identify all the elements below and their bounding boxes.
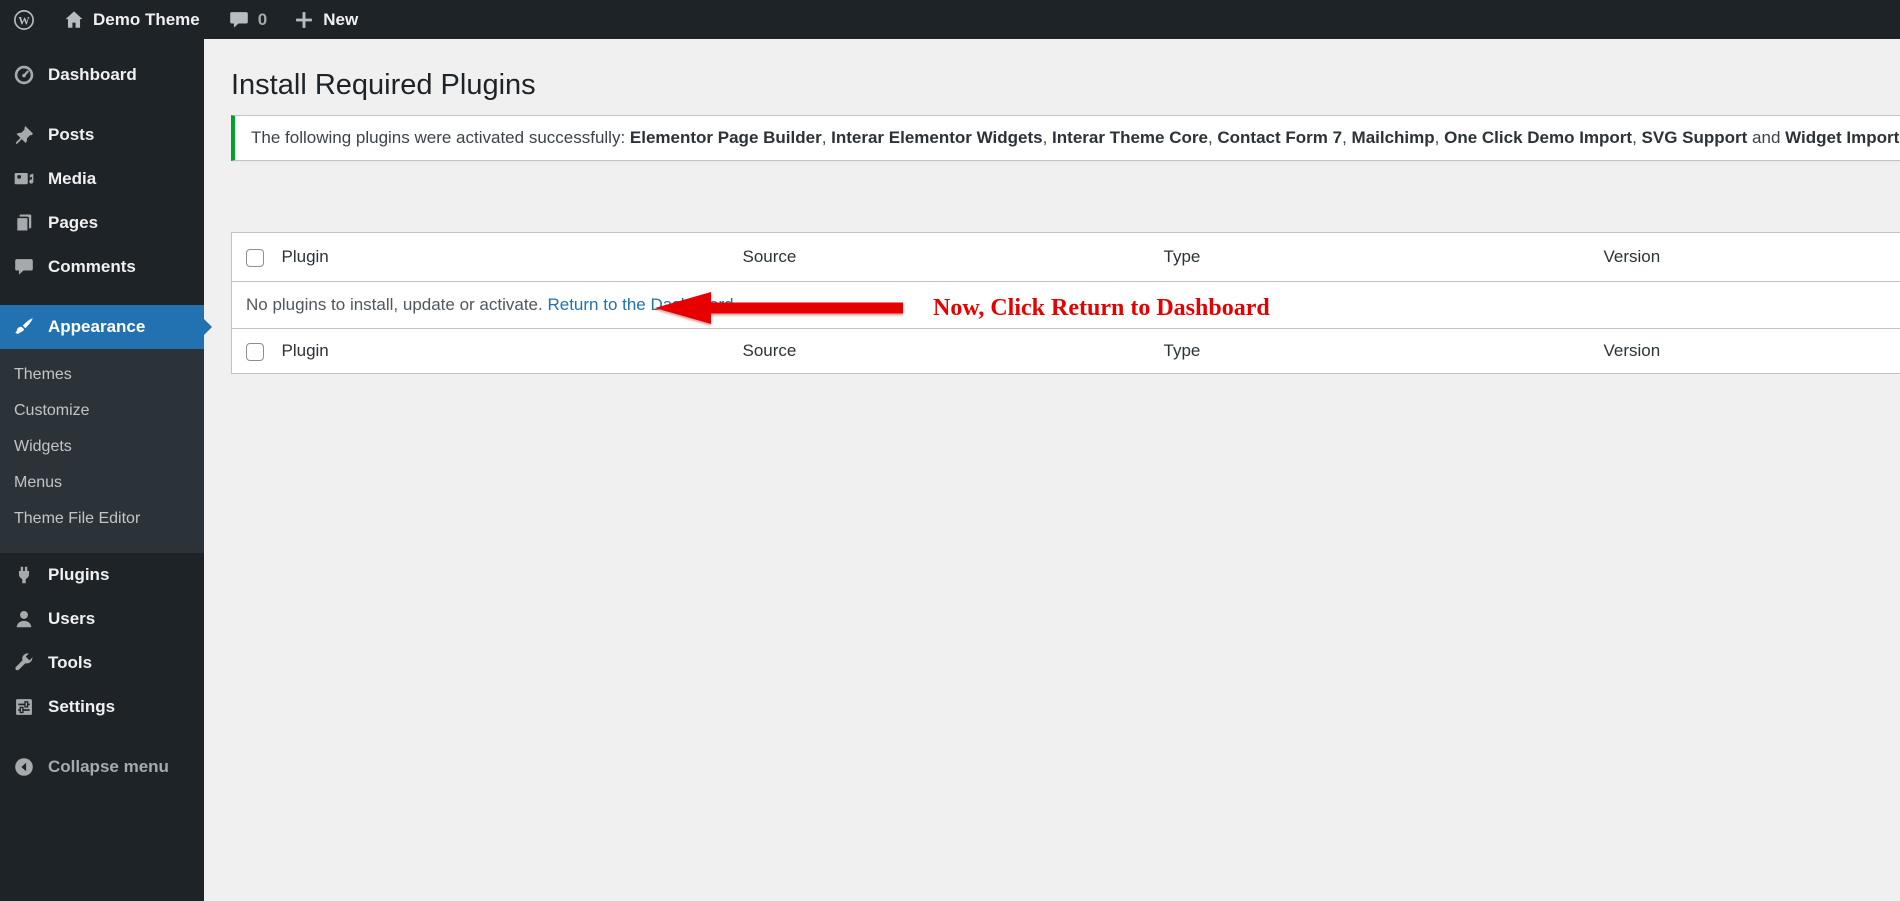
plugin-icon <box>13 564 35 586</box>
sidebar-item-collapse-menu[interactable]: Collapse menu <box>0 745 204 789</box>
sidebar-item-posts[interactable]: Posts <box>0 113 204 157</box>
comments-icon <box>13 256 35 278</box>
sidebar-item-label: Comments <box>48 257 136 276</box>
plugin-name: Contact Form 7 <box>1217 128 1343 147</box>
sidebar-item-tools[interactable]: Tools <box>0 641 204 685</box>
select-all-checkbox[interactable] <box>246 342 264 361</box>
sidebar-item-comments[interactable]: Comments <box>0 245 204 289</box>
sidebar-item-label: Pages <box>48 213 99 232</box>
plus-icon <box>293 9 315 31</box>
empty-text: No plugins to install, update or activat… <box>246 295 543 314</box>
plugin-name: Interar Elementor Widgets <box>831 128 1043 147</box>
sidebar-item-users[interactable]: Users <box>0 597 204 641</box>
column-header-source: Source <box>742 232 1164 282</box>
column-header-type: Type <box>1163 328 1604 374</box>
admin-sidebar: Dashboard Posts Media Pages Comments Appearan… <box>0 39 212 901</box>
column-header-plugin: Plugin <box>281 232 743 282</box>
new-content-button[interactable]: New <box>283 0 368 39</box>
home-icon <box>63 9 85 31</box>
empty-row: No plugins to install, update or activat… <box>232 282 1900 329</box>
site-name-label: Demo Theme <box>93 9 200 29</box>
plugins-table-wrap: Plugin Source Type Version No plugins to in… <box>231 232 1900 374</box>
sidebar-item-label: Posts <box>48 125 95 144</box>
active-item-arrow <box>204 319 212 335</box>
site-name-link[interactable]: Demo Theme <box>53 0 210 39</box>
sidebar-item-label: Collapse menu <box>48 757 169 776</box>
sidebar-item-label: Tools <box>48 653 93 672</box>
wordpress-menu[interactable]: W <box>0 0 45 39</box>
column-header-source: Source <box>742 328 1164 374</box>
collapse-icon <box>13 756 35 778</box>
media-icon <box>13 168 35 190</box>
column-header-type: Type <box>1163 232 1604 282</box>
page-title: Install Required Plugins <box>231 69 536 101</box>
wrench-icon <box>13 652 35 674</box>
plugin-name: Widget Importer & Exporter <box>1785 128 1900 147</box>
sidebar-item-dashboard[interactable]: Dashboard <box>0 53 204 97</box>
new-label: New <box>323 9 359 29</box>
wordpress-logo-icon: W <box>13 9 35 31</box>
submenu-item-customize[interactable]: Customize <box>0 393 204 429</box>
pin-icon <box>13 124 35 146</box>
svg-text:W: W <box>18 15 30 27</box>
sidebar-item-media[interactable]: Media <box>0 157 204 201</box>
submenu-item-widgets[interactable]: Widgets <box>0 429 204 465</box>
sidebar-item-appearance[interactable]: Appearance <box>0 305 212 349</box>
submenu-item-menus[interactable]: Menus <box>0 465 204 501</box>
comments-bar-link[interactable]: 0 <box>218 0 277 39</box>
sidebar-item-settings[interactable]: Settings <box>0 685 204 729</box>
sidebar-item-label: Media <box>48 169 97 188</box>
comment-count: 0 <box>257 9 268 29</box>
column-header-version: Version <box>1603 232 1900 282</box>
plugins-table: Plugin Source Type Version No plugins to in… <box>231 232 1900 374</box>
sidebar-item-label: Plugins <box>48 565 110 584</box>
user-icon <box>13 608 35 630</box>
settings-icon <box>13 696 35 718</box>
main-content: Install Required Plugins The following p… <box>204 0 1900 374</box>
plugin-name: Interar Theme Core <box>1052 128 1208 147</box>
plugin-name: One Click Demo Import <box>1444 128 1633 147</box>
sidebar-menu: Dashboard Posts Media Pages Comments Appearan… <box>0 39 212 789</box>
select-all-cell <box>231 328 282 374</box>
sidebar-item-label: Settings <box>48 697 116 716</box>
plugin-name: Elementor Page Builder <box>629 128 822 147</box>
comment-bubble-icon <box>228 9 250 31</box>
table-footer-row: Plugin Source Type Version <box>231 328 1900 374</box>
plugin-name: Mailchimp <box>1351 128 1435 147</box>
submenu-item-themes[interactable]: Themes <box>0 357 204 393</box>
sidebar-item-label: Dashboard <box>48 65 137 84</box>
admin-bar: W Demo Theme 0 New <box>0 0 1900 39</box>
sidebar-item-label: Users <box>48 609 96 628</box>
return-to-dashboard-link[interactable]: Return to the Dashboard <box>547 295 733 314</box>
brush-icon <box>13 316 35 338</box>
sidebar-item-plugins[interactable]: Plugins <box>0 553 204 597</box>
pages-icon <box>13 212 35 234</box>
notice-message: The following plugins were activated suc… <box>251 128 1900 147</box>
appearance-submenu: Themes Customize Widgets Menus Theme File Ed… <box>0 349 204 553</box>
table-header-row: Plugin Source Type Version <box>231 232 1900 282</box>
column-header-plugin: Plugin <box>281 328 743 374</box>
dashboard-icon <box>13 64 35 86</box>
plugin-name: SVG Support <box>1641 128 1748 147</box>
sidebar-item-pages[interactable]: Pages <box>0 201 204 245</box>
submenu-item-theme-file-editor[interactable]: Theme File Editor <box>0 501 204 537</box>
select-all-checkbox[interactable] <box>246 248 264 267</box>
column-header-version: Version <box>1603 328 1900 374</box>
success-notice: The following plugins were activated suc… <box>231 115 1900 161</box>
sidebar-item-label: Appearance <box>48 317 146 336</box>
select-all-cell <box>231 232 282 282</box>
